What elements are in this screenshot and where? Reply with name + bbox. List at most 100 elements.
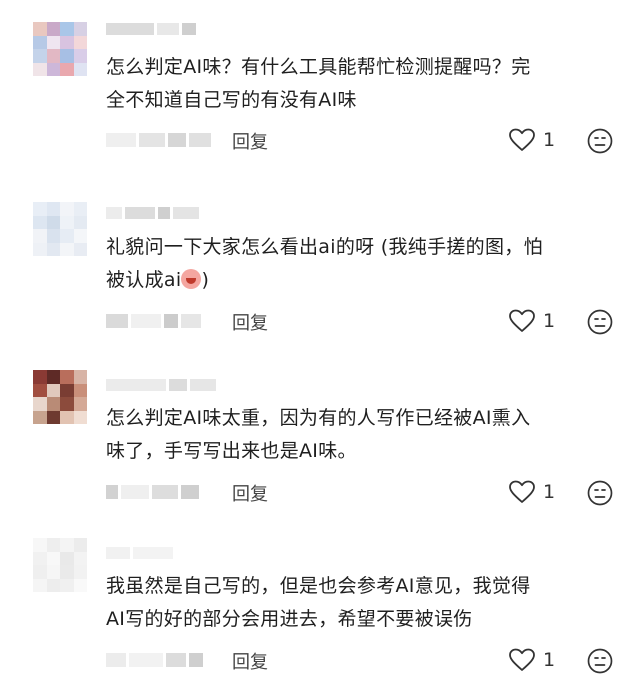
avatar-pixel [60,35,74,49]
avatar-pixel [60,397,74,411]
comment-text: 怎么判定AI味？有什么工具能帮忙检测提醒吗？完 全不知道自己写的有没有AI味 [106,56,531,111]
avatar-pixel [73,397,87,411]
avatar-pixel [46,62,60,76]
avatar-pixel [60,49,74,63]
avatar[interactable] [33,202,87,256]
reply-button[interactable]: 回复 [232,309,268,335]
like-count: 1 [543,481,556,503]
avatar-pixel [33,22,47,36]
avatar-pixel [60,229,74,243]
heart-outline-icon [509,128,535,151]
avatar-pixel [60,22,74,36]
avatar-pixel [33,565,47,579]
username[interactable] [106,22,196,36]
comment-meta [106,480,199,504]
timestamp [106,485,199,499]
timestamp [106,133,211,147]
username[interactable] [106,546,173,560]
avatar-pixel [60,202,74,216]
reply-button[interactable]: 回复 [232,128,268,154]
avatar-pixel [46,22,60,36]
avatar-pixel [33,62,47,76]
avatar-pixel [33,35,47,49]
avatar-pixel [73,62,87,76]
avatar-pixel [73,538,87,552]
avatar-pixel [33,551,47,565]
avatar-pixel [60,242,74,256]
username[interactable] [106,378,216,392]
avatar-pixel [73,551,87,565]
avatar-pixel [33,410,47,424]
avatar-pixel [33,49,47,63]
frown-face-icon[interactable] [587,309,613,335]
avatar-pixel [73,229,87,243]
reply-button[interactable]: 回复 [232,480,268,506]
avatar-pixel [33,538,47,552]
avatar-pixel [73,410,87,424]
avatar-pixel [73,215,87,229]
avatar-pixel [60,383,74,397]
avatar-pixel [33,397,47,411]
avatar[interactable] [33,538,87,592]
avatar-pixel [46,215,60,229]
like-button[interactable]: 1 [509,128,555,152]
avatar-pixel [73,49,87,63]
timestamp [106,314,201,328]
heart-outline-icon [509,648,535,671]
avatar-pixel [46,397,60,411]
avatar-pixel [73,383,87,397]
like-count: 1 [543,649,556,671]
avatar-pixel [46,578,60,592]
avatar-pixel [73,370,87,384]
avatar-pixel [46,242,60,256]
avatar-pixel [33,242,47,256]
like-button[interactable]: 1 [509,480,555,504]
avatar-pixel [33,229,47,243]
avatar-pixel [46,49,60,63]
avatar-pixel [46,410,60,424]
like-count: 1 [543,310,556,332]
avatar-pixel [46,551,60,565]
frown-face-icon[interactable] [587,648,613,674]
crying-emoji-icon [181,269,202,289]
comment-text: 礼貌问一下大家怎么看出ai的呀 (我纯手搓的图，怕 被认成ai) [106,236,543,291]
avatar-pixel [60,565,74,579]
avatar-pixel [46,229,60,243]
avatar-pixel [60,551,74,565]
frown-face-icon[interactable] [587,128,613,154]
reply-button[interactable]: 回复 [232,648,268,674]
like-count: 1 [543,129,556,151]
avatar-pixel [60,215,74,229]
avatar-pixel [46,538,60,552]
avatar-pixel [73,202,87,216]
avatar-pixel [60,62,74,76]
avatar-pixel [46,383,60,397]
avatar-pixel [73,22,87,36]
comment-meta [106,128,211,152]
avatar-pixel [60,578,74,592]
avatar-pixel [60,370,74,384]
avatar-pixel [73,35,87,49]
comment-text: 怎么判定AI味太重，因为有的人写作已经被AI熏入 味了，手写写出来也是AI味。 [106,407,531,462]
comment-meta [106,309,201,333]
comment-meta [106,648,203,672]
avatar-pixel [33,578,47,592]
avatar-pixel [46,202,60,216]
avatar-pixel [46,35,60,49]
timestamp [106,653,203,667]
avatar-pixel [73,242,87,256]
avatar[interactable] [33,370,87,424]
like-button[interactable]: 1 [509,309,555,333]
frown-face-icon[interactable] [587,480,613,506]
heart-outline-icon [509,480,535,503]
comment-text: 我虽然是自己写的，但是也会参考AI意见，我觉得 AI写的好的部分会用进去，希望不… [106,575,531,630]
like-button[interactable]: 1 [509,648,555,672]
avatar-pixel [60,538,74,552]
avatar[interactable] [33,22,87,76]
avatar-pixel [73,565,87,579]
avatar-pixel [33,202,47,216]
avatar-pixel [73,578,87,592]
avatar-pixel [60,410,74,424]
avatar-pixel [33,215,47,229]
username[interactable] [106,206,199,220]
